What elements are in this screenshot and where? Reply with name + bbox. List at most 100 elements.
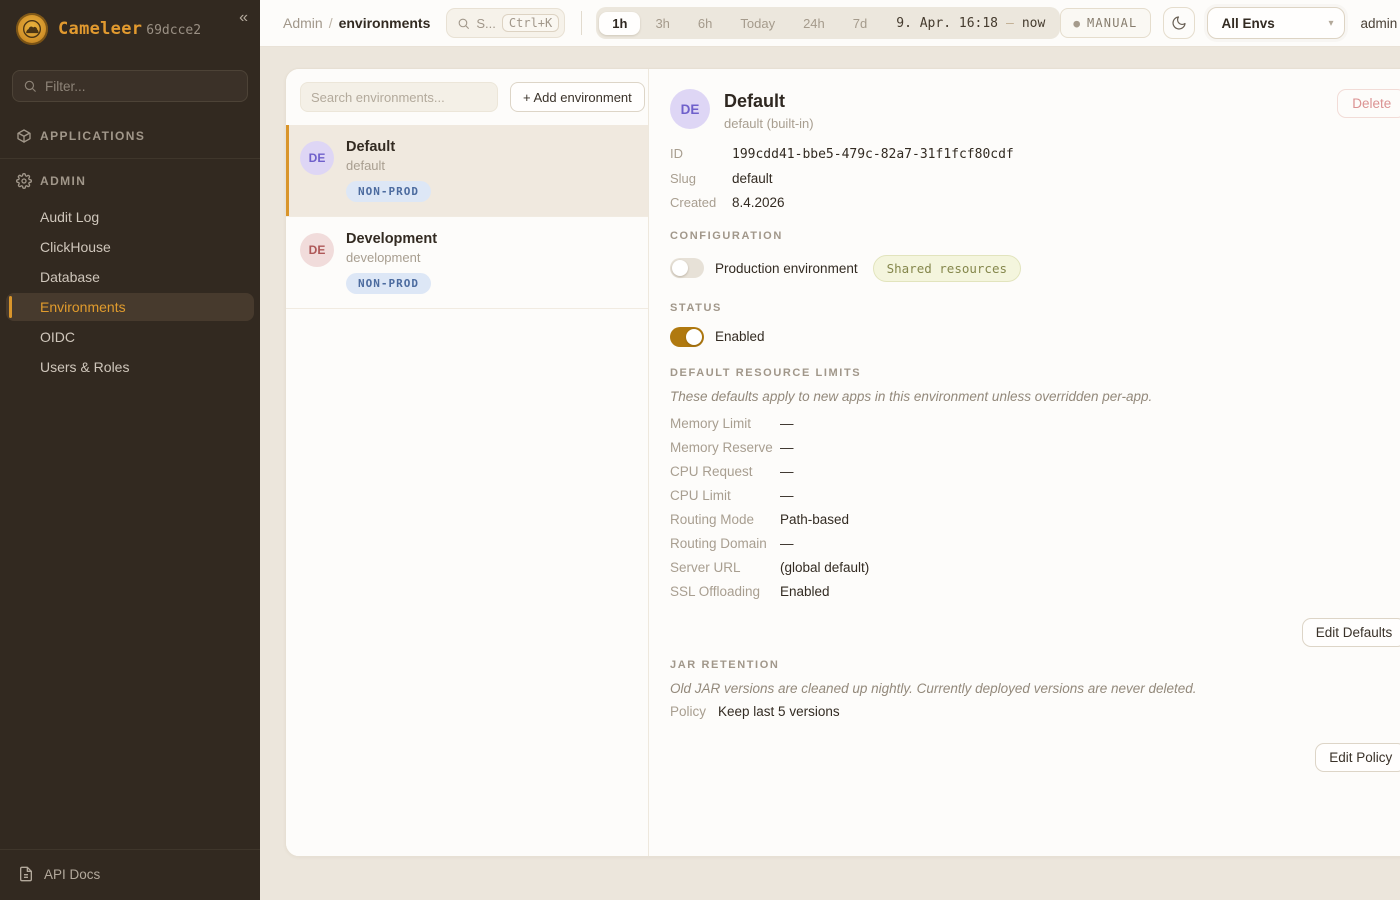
sidebar-item-clickhouse[interactable]: ClickHouse bbox=[6, 233, 254, 261]
moon-icon bbox=[1171, 15, 1187, 31]
limit-value: Path-based bbox=[780, 513, 849, 527]
sidebar: Cameleer69dcce2 « APPLICATIONS ADMIN Aud… bbox=[0, 0, 260, 900]
limit-value: — bbox=[780, 537, 794, 551]
limit-row-server-url: Server URL(global default) bbox=[670, 556, 1400, 580]
jar-retention-heading: JAR RETENTION bbox=[670, 659, 1400, 671]
edit-policy-button[interactable]: Edit Policy bbox=[1315, 743, 1400, 772]
configuration-heading: CONFIGURATION bbox=[670, 230, 1400, 242]
policy-label: Policy bbox=[670, 704, 706, 719]
meta-label: ID bbox=[670, 147, 732, 161]
add-environment-button[interactable]: + Add environment bbox=[510, 82, 645, 112]
api-docs-label: API Docs bbox=[44, 867, 100, 882]
limit-label: Memory Limit bbox=[670, 417, 780, 431]
sidebar-item-oidc[interactable]: OIDC bbox=[6, 323, 254, 351]
limit-row-memory-reserve: Memory Reserve— bbox=[670, 436, 1400, 460]
time-chip-today[interactable]: Today bbox=[727, 12, 788, 35]
time-chip-1h[interactable]: 1h bbox=[599, 12, 640, 35]
status-dot: ● bbox=[1073, 17, 1080, 30]
breadcrumb-root[interactable]: Admin bbox=[283, 15, 323, 31]
sidebar-item-audit-log[interactable]: Audit Log bbox=[6, 203, 254, 231]
time-chip-3h[interactable]: 3h bbox=[642, 12, 682, 35]
sidebar-divider bbox=[0, 158, 260, 159]
environment-slug-value: default bbox=[732, 172, 773, 186]
meta-row-slug: Slug default bbox=[670, 172, 1400, 186]
enabled-toggle-label: Enabled bbox=[715, 329, 765, 344]
time-chip-24h[interactable]: 24h bbox=[790, 12, 838, 35]
shortcut-badge: Ctrl+K bbox=[502, 14, 559, 32]
environment-avatar: DE bbox=[670, 89, 710, 129]
section-applications[interactable]: APPLICATIONS bbox=[0, 118, 260, 154]
package-icon bbox=[16, 128, 32, 144]
sidebar-item-users-roles[interactable]: Users & Roles bbox=[6, 353, 254, 381]
limit-value: (global default) bbox=[780, 561, 869, 575]
environment-list-item-development[interactable]: DE Development development NON-PROD bbox=[286, 217, 648, 309]
resource-limits-note: These defaults apply to new apps in this… bbox=[670, 389, 1400, 404]
detail-subtitle: default (built-in) bbox=[724, 116, 814, 131]
shared-resources-badge: Shared resources bbox=[873, 255, 1021, 282]
meta-label: Slug bbox=[670, 172, 732, 186]
edit-defaults-button[interactable]: Edit Defaults bbox=[1302, 618, 1400, 647]
sidebar-collapse-button[interactable]: « bbox=[239, 10, 248, 26]
environment-id-value: 199cdd41-bbe5-479c-82a7-31f1fcf80cdf bbox=[732, 148, 1014, 162]
environment-name: Development bbox=[346, 231, 437, 247]
delete-button[interactable]: Delete bbox=[1337, 89, 1400, 118]
environment-created-value: 8.4.2026 bbox=[732, 196, 785, 210]
resource-limits-rows: Memory Limit— Memory Reserve— CPU Reques… bbox=[670, 412, 1400, 604]
refresh-mode-badge[interactable]: ● MANUAL bbox=[1060, 8, 1150, 38]
topbar: Admin / environments S... Ctrl+K 1h 3h 6… bbox=[260, 0, 1400, 47]
environment-detail-pane: DE Default default (built-in) Delete ID … bbox=[649, 69, 1400, 856]
page-title: Default bbox=[724, 91, 814, 112]
time-chip-7d[interactable]: 7d bbox=[840, 12, 880, 35]
status-toggle-row: Enabled bbox=[670, 327, 1400, 347]
resource-limits-heading: DEFAULT RESOURCE LIMITS bbox=[670, 367, 1400, 379]
limit-row-routing-mode: Routing ModePath-based bbox=[670, 508, 1400, 532]
time-chip-6h[interactable]: 6h bbox=[685, 12, 725, 35]
environment-slug: development bbox=[346, 250, 437, 265]
enabled-toggle[interactable] bbox=[670, 327, 704, 347]
limit-row-memory-limit: Memory Limit— bbox=[670, 412, 1400, 436]
breadcrumb-current: environments bbox=[339, 15, 431, 31]
environment-list-item-default[interactable]: DE Default default NON-PROD bbox=[286, 125, 648, 217]
sidebar-item-environments[interactable]: Environments bbox=[6, 293, 254, 321]
limit-label: CPU Request bbox=[670, 465, 780, 479]
production-environment-toggle[interactable] bbox=[670, 258, 704, 278]
environment-avatar: DE bbox=[300, 233, 334, 267]
meta-row-created: Created 8.4.2026 bbox=[670, 196, 1400, 210]
time-range-group: 1h 3h 6h Today 24h 7d 9. Apr. 16:18 — no… bbox=[596, 7, 1060, 39]
environment-name: Default bbox=[346, 139, 431, 155]
time-range-display[interactable]: 9. Apr. 16:18 — now bbox=[882, 16, 1057, 31]
environment-search-input[interactable] bbox=[300, 82, 498, 112]
search-icon bbox=[23, 79, 37, 93]
env-filter-select[interactable]: All Envs ▾ bbox=[1207, 7, 1345, 39]
app-root: Cameleer69dcce2 « APPLICATIONS ADMIN Aud… bbox=[0, 0, 1400, 900]
global-search-placeholder: S... bbox=[476, 16, 496, 31]
environment-item-body: Development development NON-PROD bbox=[346, 231, 437, 294]
limit-row-cpu-request: CPU Request— bbox=[670, 460, 1400, 484]
build-id: 69dcce2 bbox=[146, 23, 201, 38]
api-docs-link[interactable]: API Docs bbox=[0, 849, 260, 900]
jar-retention-note: Old JAR versions are cleaned up nightly.… bbox=[670, 681, 1400, 696]
edit-policy-row: Edit Policy bbox=[670, 743, 1400, 772]
user-menu[interactable]: admin AD bbox=[1361, 8, 1400, 38]
section-applications-label: APPLICATIONS bbox=[40, 129, 145, 143]
environments-card: + Add environment DE Default default NON… bbox=[285, 68, 1400, 857]
limit-label: CPU Limit bbox=[670, 489, 780, 503]
policy-value: Keep last 5 versions bbox=[718, 704, 840, 719]
filter-input[interactable] bbox=[45, 79, 237, 94]
section-admin[interactable]: ADMIN bbox=[0, 163, 260, 199]
theme-toggle-button[interactable] bbox=[1163, 7, 1195, 39]
list-toolbar: + Add environment bbox=[286, 69, 648, 125]
sidebar-item-database[interactable]: Database bbox=[6, 263, 254, 291]
section-admin-label: ADMIN bbox=[40, 174, 86, 188]
topbar-divider bbox=[581, 11, 582, 35]
app-title: Cameleer69dcce2 bbox=[58, 19, 201, 39]
production-toggle-label: Production environment bbox=[715, 261, 858, 276]
time-separator: — bbox=[1006, 16, 1014, 31]
limit-label: Routing Domain bbox=[670, 537, 780, 551]
limit-label: Memory Reserve bbox=[670, 441, 780, 455]
detail-header: DE Default default (built-in) Delete bbox=[670, 89, 1400, 131]
content-area: + Add environment DE Default default NON… bbox=[260, 47, 1400, 900]
limit-row-ssl-offloading: SSL OffloadingEnabled bbox=[670, 580, 1400, 604]
policy-row: Policy Keep last 5 versions bbox=[670, 704, 1400, 719]
global-search[interactable]: S... Ctrl+K bbox=[446, 8, 565, 38]
